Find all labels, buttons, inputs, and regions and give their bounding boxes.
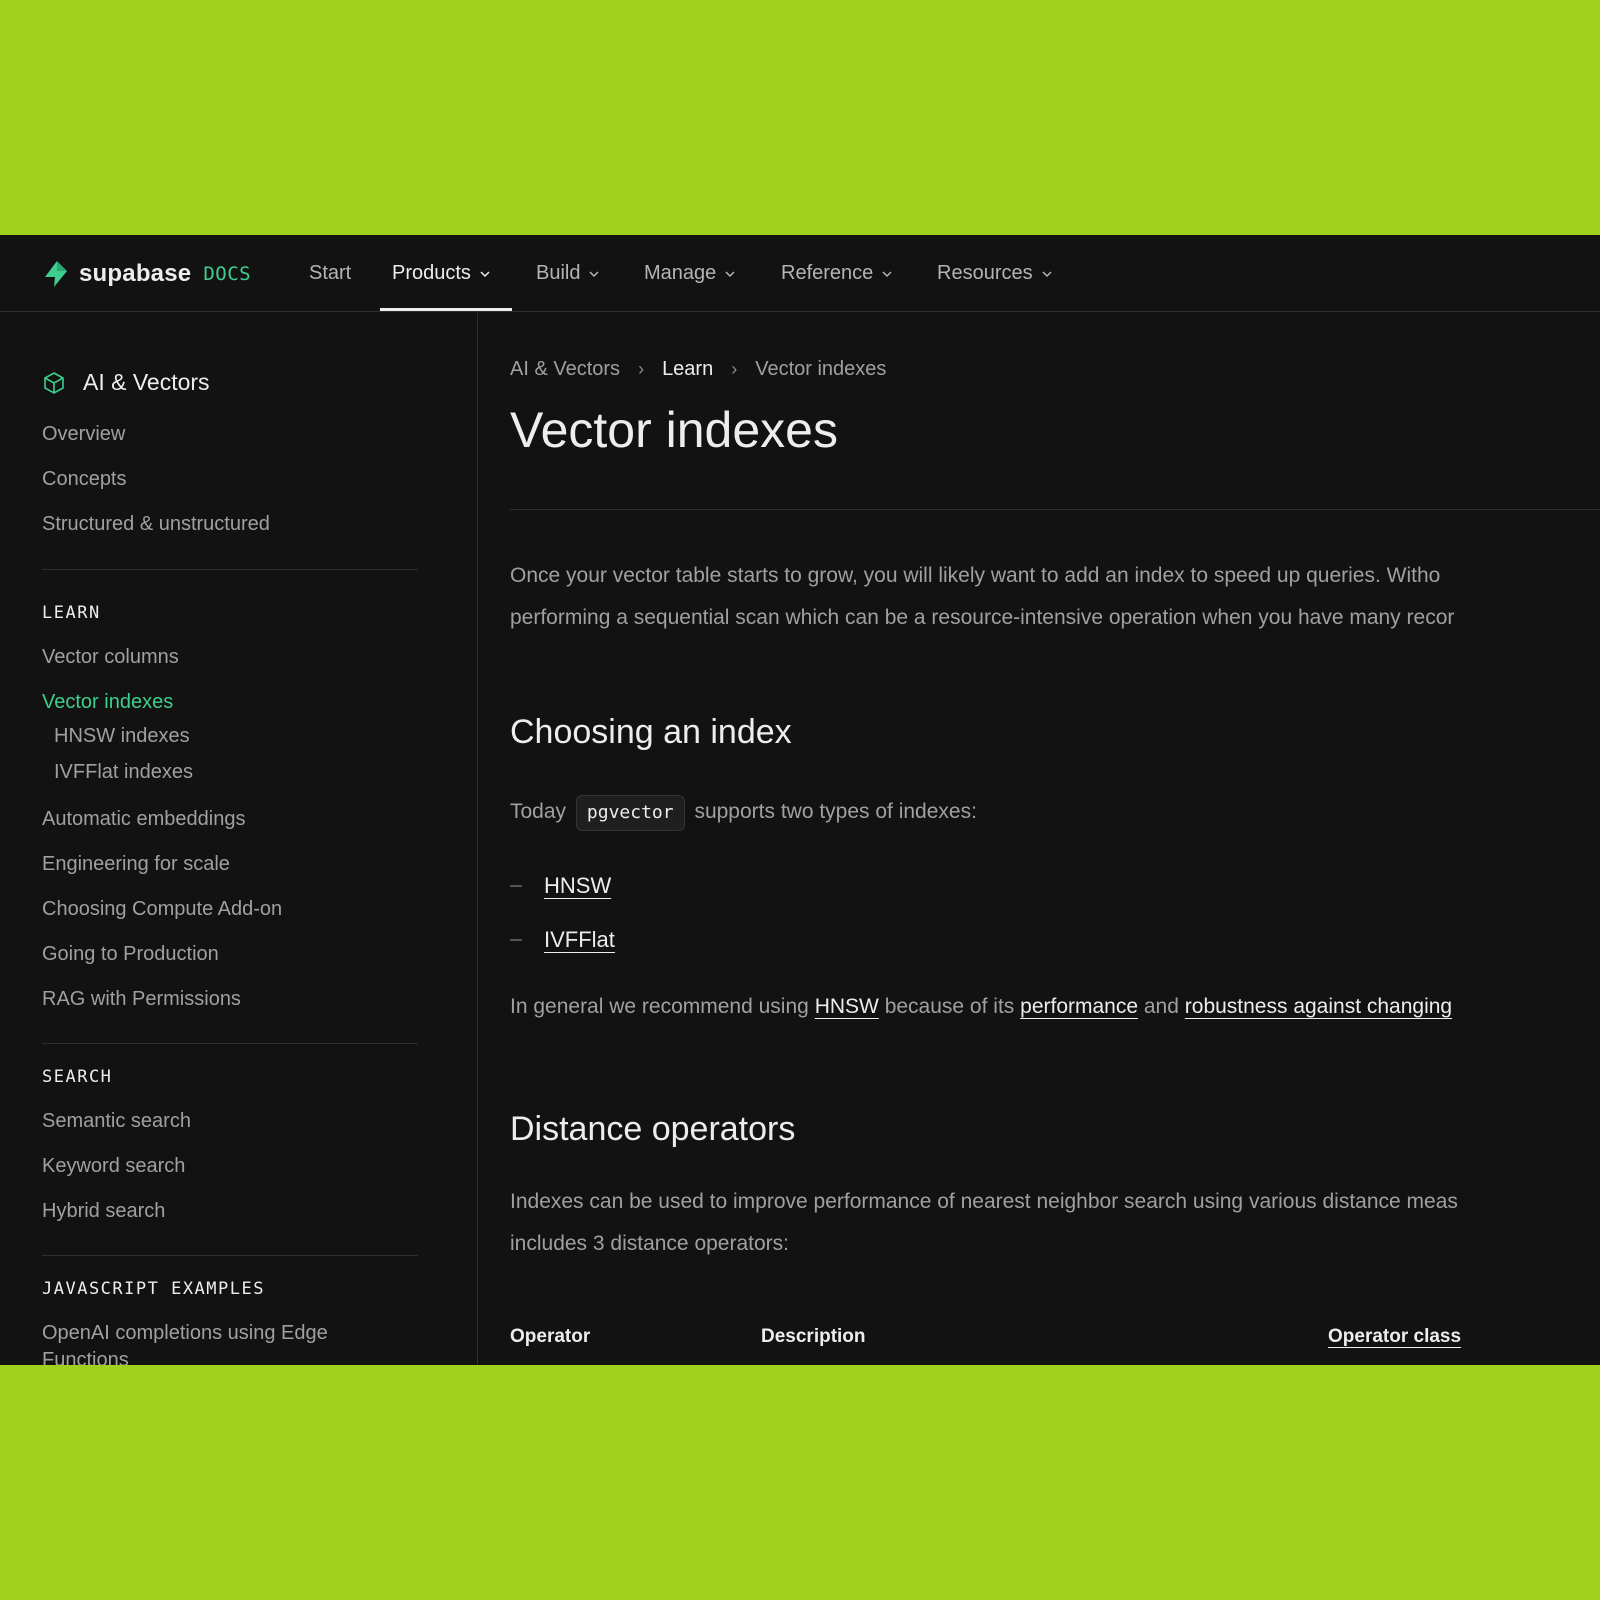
sidebar-title[interactable]: AI & Vectors <box>41 369 210 396</box>
chevron-down-icon <box>589 270 600 277</box>
brand-logo-link[interactable]: supabase DOCS <box>41 258 251 290</box>
list-item: HNSW <box>510 873 611 899</box>
recommend-paragraph: In general we recommend using HNSW becau… <box>510 986 1452 1028</box>
intro-line-2: performing a sequential scan which can b… <box>510 606 1455 629</box>
rec-hnsw-link[interactable]: HNSW <box>815 995 879 1018</box>
intro-line-1: Once your vector table starts to grow, y… <box>510 564 1441 587</box>
sidebar-item-rag-permissions[interactable]: RAG with Permissions <box>42 988 241 1011</box>
sidebar-section-search: SEARCH <box>42 1067 113 1087</box>
sidebar-item-overview[interactable]: Overview <box>42 423 125 446</box>
sidebar-item-ivfflat-indexes[interactable]: IVFFlat indexes <box>54 761 193 784</box>
sidebar-item-hybrid-search[interactable]: Hybrid search <box>42 1200 165 1223</box>
robustness-link[interactable]: robustness against changing <box>1185 995 1452 1018</box>
sidebar-item-choosing-compute[interactable]: Choosing Compute Add-on <box>42 898 282 921</box>
inline-code-pgvector: pgvector <box>575 795 685 831</box>
main-content: AI & Vectors › Learn › Vector indexes Ve… <box>479 313 1600 1365</box>
chevron-down-icon <box>1042 270 1052 277</box>
nav-label: Manage <box>644 262 717 284</box>
table-header-operator: Operator <box>510 1326 591 1347</box>
list-dash-icon <box>510 939 522 941</box>
table-header-description: Description <box>761 1326 866 1347</box>
docs-window: supabase DOCS Start Products Build Manag… <box>0 235 1600 1365</box>
today-paragraph: Today pgvector supports two types of ind… <box>510 791 977 833</box>
sidebar-item-functions[interactable]: Functions <box>42 1349 129 1365</box>
heading-distance-operators: Distance operators <box>510 1110 796 1148</box>
breadcrumb-ai-vectors[interactable]: AI & Vectors <box>510 358 620 381</box>
distance-line-1: Indexes can be used to improve performan… <box>510 1190 1458 1213</box>
hnsw-link[interactable]: HNSW <box>544 873 611 899</box>
performance-link[interactable]: performance <box>1020 995 1138 1018</box>
brand-docs-label: DOCS <box>203 263 252 285</box>
supabase-bolt-icon <box>45 261 67 287</box>
nav-products[interactable]: Products <box>392 235 491 312</box>
sidebar-title-label: AI & Vectors <box>83 369 210 395</box>
list-dash-icon <box>510 885 522 887</box>
rec-prefix: In general we recommend using <box>510 995 809 1018</box>
cube-icon <box>44 371 64 394</box>
sidebar-item-vector-columns[interactable]: Vector columns <box>42 646 179 669</box>
nav-start[interactable]: Start <box>309 235 351 312</box>
nav-label: Start <box>309 262 352 284</box>
nav-build[interactable]: Build <box>536 235 600 312</box>
sidebar-item-automatic-embeddings[interactable]: Automatic embeddings <box>42 808 245 831</box>
nav-manage[interactable]: Manage <box>644 235 736 312</box>
sidebar-item-openai-completions[interactable]: OpenAI completions using Edge <box>42 1322 328 1345</box>
sidebar-item-hnsw-indexes[interactable]: HNSW indexes <box>54 725 190 748</box>
nav-reference[interactable]: Reference <box>781 235 893 312</box>
title-divider <box>510 509 1600 510</box>
chevron-right-icon: › <box>638 359 645 379</box>
distance-line-2: includes 3 distance operators: <box>510 1232 789 1255</box>
table-header-operator-class[interactable]: Operator class <box>1328 1326 1461 1348</box>
sidebar-item-semantic-search[interactable]: Semantic search <box>42 1110 191 1133</box>
chevron-down-icon <box>480 270 490 277</box>
sidebar-item-going-to-production[interactable]: Going to Production <box>42 943 219 966</box>
rec-mid-2: and <box>1143 995 1179 1018</box>
brand-name: supabase <box>79 260 192 287</box>
chevron-down-icon <box>725 270 735 277</box>
sidebar-item-concepts[interactable]: Concepts <box>42 468 127 491</box>
chevron-down-icon <box>882 270 892 277</box>
sidebar-section-learn: LEARN <box>42 603 101 623</box>
page-title: Vector indexes <box>510 402 838 458</box>
sidebar-item-engineering-for-scale[interactable]: Engineering for scale <box>42 853 230 876</box>
nav-label: Resources <box>937 262 1033 284</box>
sidebar-divider <box>42 1255 418 1256</box>
nav-label: Products <box>392 262 471 284</box>
active-nav-indicator <box>380 308 512 311</box>
sidebar-item-structured[interactable]: Structured & unstructured <box>42 513 270 536</box>
today-prefix: Today <box>510 800 567 823</box>
list-item: IVFFlat <box>510 927 615 953</box>
sidebar-divider <box>42 569 418 570</box>
sidebar-section-js-examples: JAVASCRIPT EXAMPLES <box>42 1279 265 1299</box>
breadcrumb-learn[interactable]: Learn <box>662 358 713 381</box>
sidebar-divider <box>42 1043 418 1044</box>
sidebar: AI & Vectors Overview Concepts Structure… <box>0 313 478 1365</box>
breadcrumb: AI & Vectors › Learn › Vector indexes <box>510 358 886 381</box>
sidebar-item-vector-indexes[interactable]: Vector indexes <box>42 691 173 714</box>
heading-choosing-an-index: Choosing an index <box>510 713 792 751</box>
sidebar-item-keyword-search[interactable]: Keyword search <box>42 1155 185 1178</box>
chevron-right-icon: › <box>731 359 738 379</box>
nav-resources[interactable]: Resources <box>937 235 1053 312</box>
breadcrumb-vector-indexes: Vector indexes <box>755 358 887 380</box>
today-suffix: supports two types of indexes: <box>694 800 977 823</box>
top-nav: supabase DOCS Start Products Build Manag… <box>0 235 1600 312</box>
ivfflat-link[interactable]: IVFFlat <box>544 927 615 953</box>
rec-mid-1: because of its <box>884 995 1015 1018</box>
nav-label: Reference <box>781 262 874 284</box>
nav-label: Build <box>536 262 581 284</box>
